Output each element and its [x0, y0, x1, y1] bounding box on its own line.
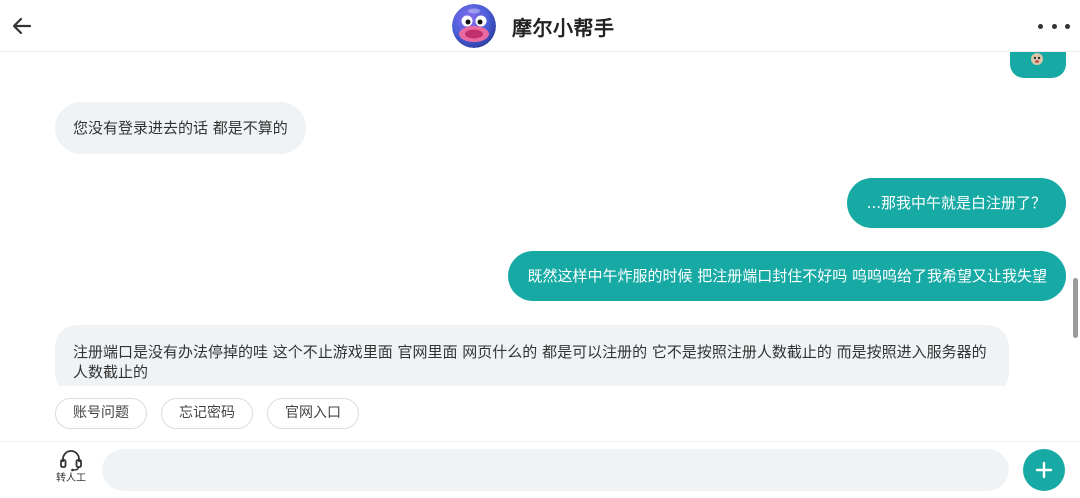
input-bar: 转人工	[0, 441, 1080, 498]
more-button[interactable]	[1038, 14, 1070, 38]
headset-icon	[60, 450, 82, 472]
plus-icon	[1035, 461, 1053, 479]
scrollbar[interactable]	[1073, 278, 1078, 338]
transfer-to-human-label: 转人工	[56, 473, 86, 484]
add-button[interactable]	[1023, 449, 1065, 491]
quick-reply-chip[interactable]: 官网入口	[267, 398, 359, 429]
message-bubble-user: ...那我中午就是白注册了？	[846, 178, 1066, 228]
message-bubble-user: 既然这样中午炸服的时候 把注册端口封住不好吗 呜呜呜给了我希望又让我失望	[508, 251, 1066, 301]
header-title-group: 摩尔小帮手	[452, 4, 615, 48]
message-bubble-bot: 您没有登录进去的话 都是不算的	[55, 102, 306, 154]
quick-reply-chip[interactable]: 忘记密码	[161, 398, 253, 429]
message-bubble-bot: 注册端口是没有办法停掉的哇 这个不止游戏里面 官网里面 网页什么的 都是可以注册…	[55, 325, 1009, 386]
assistant-avatar	[452, 4, 496, 48]
chat-screen: 摩尔小帮手 您没有登录进去的话 都是不算的 ...那我中午就是白注册了？ 既然这…	[0, 0, 1080, 498]
header: 摩尔小帮手	[0, 0, 1080, 52]
sticker-icon	[1031, 53, 1043, 65]
arrow-left-icon	[12, 17, 32, 35]
transfer-to-human-button[interactable]: 转人工	[50, 448, 92, 494]
message-input[interactable]	[102, 449, 1009, 491]
back-button[interactable]	[8, 12, 36, 40]
message-bubble-partial	[1010, 52, 1066, 78]
quick-reply-bar: 账号问题 忘记密码 官网入口	[0, 386, 1080, 441]
more-dots-icon	[1038, 23, 1043, 29]
more-dots-icon	[1051, 23, 1057, 29]
message-list: 您没有登录进去的话 都是不算的 ...那我中午就是白注册了？ 既然这样中午炸服的…	[0, 52, 1080, 386]
page-title: 摩尔小帮手	[512, 15, 615, 40]
quick-reply-chip[interactable]: 账号问题	[55, 398, 147, 429]
more-dots-icon	[1065, 23, 1070, 29]
